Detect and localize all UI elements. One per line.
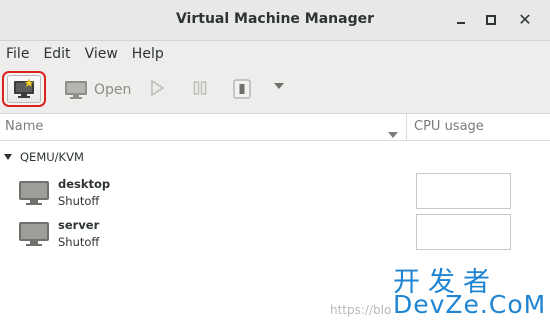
connection-group[interactable]: QEMU/KVM	[4, 150, 84, 164]
column-cpu-usage[interactable]: CPU usage	[414, 119, 484, 134]
monitor-icon	[65, 81, 87, 99]
run-button[interactable]	[150, 80, 164, 96]
minimize-button[interactable]	[451, 10, 471, 30]
vm-monitor-icon	[18, 180, 50, 210]
cpu-usage-graph	[416, 173, 511, 209]
pause-icon	[193, 81, 207, 95]
new-vm-button[interactable]	[2, 71, 46, 107]
shutdown-menu-button[interactable]	[273, 82, 285, 90]
expander-arrow-icon[interactable]	[4, 154, 12, 160]
open-label: Open	[94, 82, 132, 98]
shutdown-button[interactable]	[233, 79, 251, 99]
watermark-url: https://blo	[330, 303, 392, 317]
vm-row[interactable]: desktop Shutoff	[0, 173, 550, 213]
vm-name: server	[58, 218, 100, 232]
vm-name: desktop	[58, 177, 111, 191]
new-vm-icon	[7, 75, 41, 103]
open-button[interactable]: Open	[64, 78, 131, 102]
vm-status: Shutoff	[58, 194, 100, 208]
play-icon	[151, 80, 164, 96]
cpu-usage-graph	[416, 214, 511, 250]
connection-label: QEMU/KVM	[20, 150, 84, 164]
column-divider[interactable]	[406, 114, 407, 140]
dropdown-arrow-icon	[274, 83, 284, 89]
menu-file[interactable]: File	[0, 46, 36, 62]
vm-status: Shutoff	[58, 235, 100, 249]
sort-arrow-icon[interactable]	[388, 124, 398, 143]
column-name[interactable]: Name	[5, 119, 43, 134]
vm-row[interactable]: server Shutoff	[0, 214, 550, 254]
watermark-brand: DevZe.CoM	[393, 290, 547, 319]
close-button[interactable]: ✕	[515, 10, 535, 30]
vm-list-header: Name CPU usage	[0, 114, 550, 141]
stop-icon	[233, 79, 251, 99]
minimize-icon	[457, 22, 465, 24]
title-bar: Virtual Machine Manager ✕	[0, 0, 550, 41]
vm-monitor-icon	[18, 221, 50, 251]
menu-edit[interactable]: Edit	[36, 46, 77, 62]
menu-help[interactable]: Help	[125, 46, 171, 62]
maximize-icon	[486, 15, 496, 25]
pause-button[interactable]	[193, 80, 207, 96]
maximize-button[interactable]	[481, 10, 501, 30]
menu-view[interactable]: View	[78, 46, 125, 62]
menu-bar: File Edit View Help	[0, 41, 550, 67]
close-icon: ✕	[518, 10, 532, 29]
